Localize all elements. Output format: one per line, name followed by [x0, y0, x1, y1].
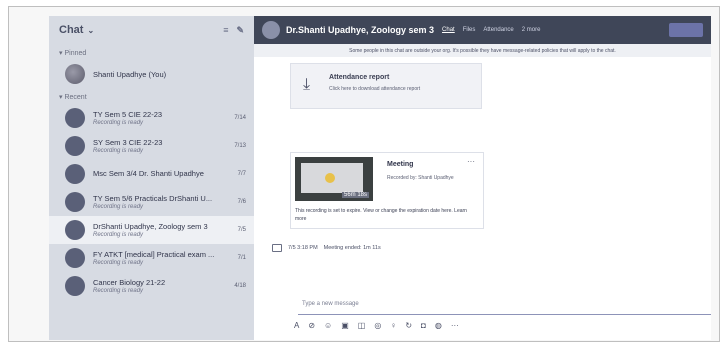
photo-frame: Chat ⌄ ≡ ✎ ▾ Pinned Shanti Upadhye (You)…: [8, 6, 720, 342]
meeting-recording-card: 56m 18s Meeting Recorded by: Shanti Upad…: [290, 152, 484, 229]
video-camera-icon: [272, 244, 282, 252]
chat-item-name: Shanti Upadhye (You): [93, 69, 167, 79]
group-avatar: [262, 21, 280, 39]
format-icon[interactable]: A: [294, 321, 299, 330]
chat-item[interactable]: TY Sem 5/6 Practicals DrShanti U... Reco…: [49, 188, 254, 216]
attendance-subtitle[interactable]: Click here to download attendance report: [329, 86, 420, 92]
chat-sidebar: Chat ⌄ ≡ ✎ ▾ Pinned Shanti Upadhye (You)…: [49, 16, 254, 340]
recording-expiry-text[interactable]: This recording is set to expire. View or…: [295, 207, 479, 223]
chat-item-date: 7/14: [234, 115, 246, 121]
chat-item-name: TY Sem 5 CIE 22-23: [93, 110, 163, 119]
tab-chat[interactable]: Chat: [442, 27, 455, 33]
meeting-ended-text: Meeting ended: 1m 11s: [323, 245, 381, 251]
avatar: [65, 108, 85, 128]
chat-item[interactable]: FY ATKT [medical] Practical exam ... Rec…: [49, 244, 254, 272]
chat-tabs: Chat Files Attendance 2 more: [442, 27, 540, 33]
external-org-banner: Some people in this chat are outside you…: [254, 44, 711, 57]
chat-item[interactable]: SY Sem 3 CIE 22-23 Recording is ready 7/…: [49, 132, 254, 160]
avatar: [65, 192, 85, 212]
chat-item-date: 4/18: [234, 283, 246, 289]
chat-item-date: 7/1: [237, 255, 246, 261]
chat-item[interactable]: TY Sem 5 CIE 22-23 Recording is ready 7/…: [49, 104, 254, 132]
camera-icon[interactable]: ◘: [421, 321, 426, 330]
avatar: [65, 220, 85, 240]
chevron-down-icon[interactable]: ⌄: [87, 26, 94, 35]
chat-item-preview: Recording is ready: [93, 288, 144, 294]
avatar: [65, 248, 85, 268]
chat-item-date: 7/13: [234, 143, 246, 149]
more-options-icon[interactable]: ···: [467, 157, 475, 166]
chat-item-preview: Recording is ready: [93, 148, 144, 154]
chat-item-selected[interactable]: DrShanti Upadhye, Zoology sem 3 Recordin…: [49, 216, 254, 244]
recording-thumbnail[interactable]: 56m 18s: [295, 157, 373, 201]
more-icon[interactable]: ···: [451, 321, 459, 330]
chat-item-name: SY Sem 3 CIE 22-23: [93, 138, 163, 147]
sticker-icon[interactable]: ◫: [358, 321, 366, 330]
tab-attendance[interactable]: Attendance: [483, 27, 513, 33]
avatar: [65, 276, 85, 296]
pinned-section-label: ▾ Pinned: [59, 50, 87, 57]
avatar: [65, 64, 85, 84]
avatar: [65, 136, 85, 156]
attendance-report-card[interactable]: ⤓ Attendance report Click here to downlo…: [290, 63, 482, 109]
join-button[interactable]: [669, 23, 703, 37]
chat-item-name: TY Sem 5/6 Practicals DrShanti U...: [93, 194, 213, 203]
chat-title: Dr.Shanti Upadhye, Zoology sem 3: [286, 25, 435, 35]
chat-item-name: FY ATKT [medical] Practical exam ...: [93, 250, 215, 259]
chat-item-pinned[interactable]: Shanti Upadhye (You): [49, 60, 254, 88]
chat-item-date: 7/5: [237, 227, 246, 233]
attach-icon[interactable]: ⊘: [308, 321, 315, 330]
chat-pane: Dr.Shanti Upadhye, Zoology sem 3 Chat Fi…: [254, 16, 711, 340]
meeting-ended-row: 7/5 3:18 PM Meeting ended: 1m 11s: [272, 244, 381, 252]
presenter-avatar: [325, 173, 335, 183]
tab-more[interactable]: 2 more: [522, 27, 541, 33]
chat-item-date: 7/7: [237, 171, 246, 177]
compose-toolbar: A ⊘ ☺ ▣ ◫ ◎ ♀ ↻ ◘ ◍ ···: [294, 321, 459, 330]
meeting-ended-time: 7/5 3:18 PM: [288, 245, 318, 251]
meeting-recorded-by: Recorded by: Shanti Upadhye: [387, 175, 454, 181]
chat-item[interactable]: Cancer Biology 21-22 Recording is ready …: [49, 272, 254, 300]
chat-item-preview: Recording is ready: [93, 120, 144, 126]
loop-icon[interactable]: ↻: [405, 321, 412, 330]
chat-item-preview: Recording is ready: [93, 232, 144, 238]
download-icon: ⤓: [303, 76, 311, 93]
meet-now-icon[interactable]: ◎: [374, 321, 381, 330]
message-input[interactable]: Type a new message: [298, 294, 711, 315]
chat-item[interactable]: Msc Sem 3/4 Dr. Shanti Upadhye 7/7: [49, 160, 254, 188]
chat-topbar: Dr.Shanti Upadhye, Zoology sem 3 Chat Fi…: [254, 16, 711, 44]
praise-icon[interactable]: ♀: [390, 321, 396, 330]
attendance-title: Attendance report: [329, 74, 390, 81]
recent-section-label: ▾ Recent: [59, 94, 87, 101]
meeting-title: Meeting: [387, 161, 414, 168]
teams-window: Chat ⌄ ≡ ✎ ▾ Pinned Shanti Upadhye (You)…: [49, 16, 711, 340]
chat-item-date: 7/6: [237, 199, 246, 205]
tab-files[interactable]: Files: [463, 27, 476, 33]
chat-item-preview: Recording is ready: [93, 260, 144, 266]
chat-item-name: Msc Sem 3/4 Dr. Shanti Upadhye: [93, 169, 204, 178]
new-chat-icon[interactable]: ✎: [236, 25, 244, 36]
gif-icon[interactable]: ▣: [341, 321, 349, 330]
chat-header[interactable]: Chat ⌄ ≡ ✎: [49, 16, 254, 44]
chat-item-name: DrShanti Upadhye, Zoology sem 3: [93, 222, 208, 231]
record-icon[interactable]: ◍: [435, 321, 442, 330]
filter-icon[interactable]: ≡: [223, 25, 228, 36]
chat-item-name: Cancer Biology 21-22: [93, 278, 166, 287]
chat-item-preview: Recording is ready: [93, 204, 144, 210]
chat-header-label: Chat: [59, 24, 84, 36]
recording-duration: 56m 18s: [341, 192, 369, 198]
avatar: [65, 164, 85, 184]
emoji-icon[interactable]: ☺: [324, 321, 332, 330]
